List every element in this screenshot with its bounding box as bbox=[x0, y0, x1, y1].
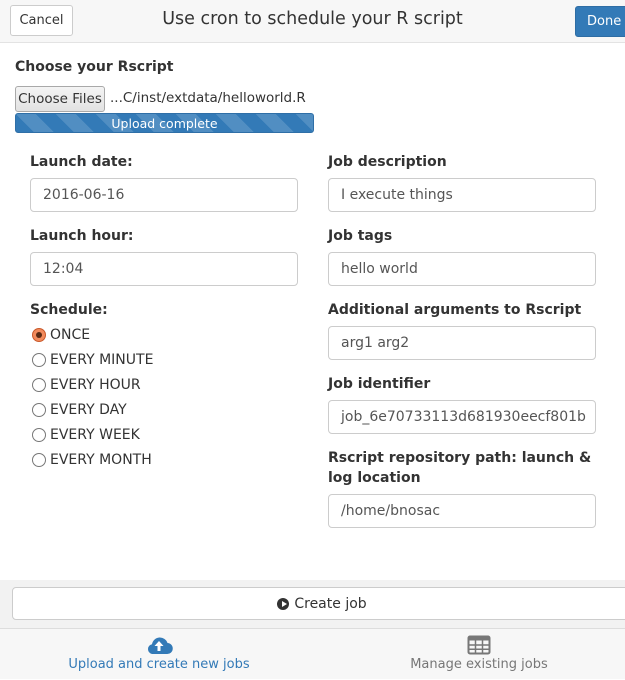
schedule-label: Schedule: bbox=[30, 302, 108, 318]
schedule-option-once[interactable]: ONCE bbox=[32, 325, 90, 345]
cloud-upload-icon bbox=[147, 637, 173, 655]
schedule-option-label: EVERY DAY bbox=[50, 402, 127, 418]
additional-arguments-input[interactable]: arg1 arg2 bbox=[328, 326, 596, 360]
choose-rscript-label: Choose your Rscript bbox=[15, 59, 174, 75]
job-identifier-input[interactable]: job_6e70733113d681930eecf801b bbox=[328, 400, 596, 434]
tab-upload-create[interactable]: Upload and create new jobs bbox=[3, 629, 315, 680]
table-icon bbox=[467, 635, 491, 655]
tab-manage-label: Manage existing jobs bbox=[410, 657, 548, 672]
schedule-option-label: ONCE bbox=[50, 327, 91, 343]
schedule-option-every-minute[interactable]: EVERY MINUTE bbox=[32, 350, 153, 370]
play-circle-icon bbox=[277, 597, 290, 610]
radio-button[interactable] bbox=[32, 378, 46, 392]
upload-progress-bar: Upload complete bbox=[15, 113, 314, 133]
radio-button[interactable] bbox=[32, 428, 46, 442]
schedule-option-label: EVERY WEEK bbox=[50, 427, 140, 443]
launch-date-input[interactable]: 2016-06-16 bbox=[30, 178, 298, 212]
schedule-option-every-hour[interactable]: EVERY HOUR bbox=[32, 375, 141, 395]
bottom-tab-bar: Upload and create new jobs Manage existi… bbox=[0, 628, 625, 679]
schedule-option-label: EVERY HOUR bbox=[50, 377, 141, 393]
radio-button[interactable] bbox=[32, 353, 46, 367]
schedule-option-every-day[interactable]: EVERY DAY bbox=[32, 400, 127, 420]
tab-manage-jobs[interactable]: Manage existing jobs bbox=[323, 629, 625, 680]
launch-hour-input[interactable]: 12:04 bbox=[30, 252, 298, 286]
job-tags-input[interactable]: hello world bbox=[328, 252, 596, 286]
radio-button[interactable] bbox=[32, 403, 46, 417]
selected-file-name: ...C/inst/extdata/helloworld.R bbox=[110, 90, 306, 106]
launch-date-label: Launch date: bbox=[30, 154, 133, 170]
schedule-option-label: EVERY MINUTE bbox=[50, 352, 154, 368]
additional-arguments-label: Additional arguments to Rscript bbox=[328, 302, 582, 318]
repository-path-input[interactable]: /home/bnosac bbox=[328, 494, 596, 528]
job-identifier-label: Job identifier bbox=[328, 376, 431, 392]
upload-progress-text: Upload complete bbox=[111, 115, 218, 131]
radio-button[interactable] bbox=[32, 453, 46, 467]
job-description-label: Job description bbox=[328, 154, 447, 170]
top-bar: Cancel Use cron to schedule your R scrip… bbox=[0, 0, 625, 43]
job-tags-label: Job tags bbox=[328, 228, 393, 244]
page-title: Use cron to schedule your R script bbox=[162, 9, 463, 29]
choose-files-button[interactable]: Choose Files bbox=[15, 86, 105, 112]
done-button[interactable]: Done bbox=[575, 6, 625, 37]
job-description-input[interactable]: I execute things bbox=[328, 178, 596, 212]
create-job-button[interactable]: Create job bbox=[12, 587, 625, 620]
radio-button-checked[interactable] bbox=[32, 328, 46, 342]
schedule-option-every-month[interactable]: EVERY MONTH bbox=[32, 450, 152, 470]
tab-upload-label: Upload and create new jobs bbox=[68, 657, 250, 672]
schedule-option-label: EVERY MONTH bbox=[50, 452, 152, 468]
repository-path-label: Rscript repository path: launch & log lo… bbox=[328, 450, 592, 486]
create-job-label: Create job bbox=[294, 595, 367, 612]
launch-hour-label: Launch hour: bbox=[30, 228, 134, 244]
schedule-option-every-week[interactable]: EVERY WEEK bbox=[32, 425, 140, 445]
